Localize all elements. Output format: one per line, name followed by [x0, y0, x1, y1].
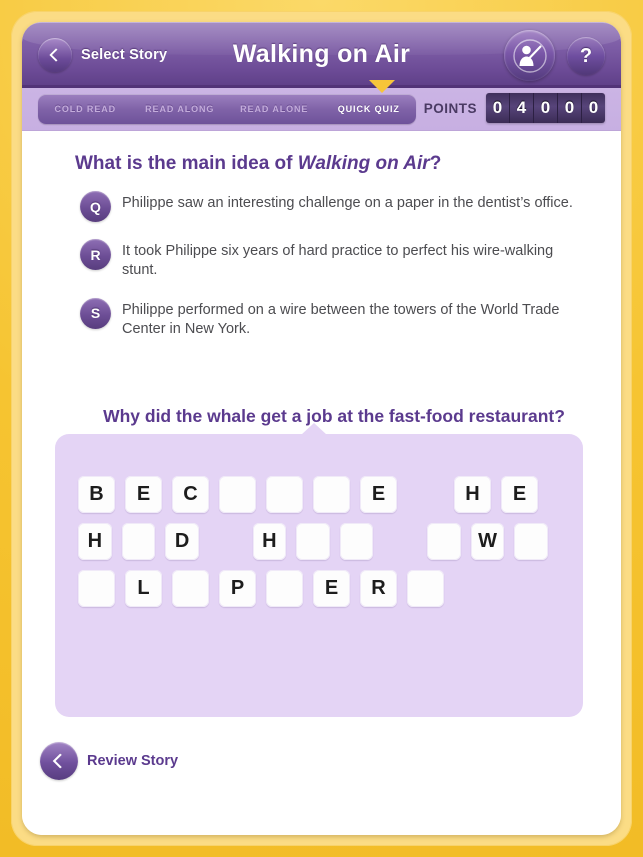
letter-tile-filled[interactable]: E	[501, 476, 538, 513]
letter-tile-filled[interactable]: H	[78, 523, 112, 560]
points-digits: 0 4 0 0 0	[486, 93, 605, 123]
letter-grid: BECEHEHDHWLPER	[78, 471, 558, 612]
letter-tile-filled[interactable]: C	[172, 476, 209, 513]
points-digit: 0	[486, 93, 510, 123]
letter-tile-empty[interactable]	[514, 523, 549, 560]
letter-tile-filled[interactable]: E	[360, 476, 397, 513]
letter-tile-empty[interactable]	[339, 523, 374, 560]
riddle-question: Why did the whale get a job at the fast-…	[103, 406, 565, 426]
points-area: POINTS 0 4 0 0 0	[424, 93, 605, 123]
answer-badge: S	[80, 297, 111, 329]
letter-tile-filled[interactable]: L	[125, 570, 162, 607]
letter-word-gap	[383, 523, 417, 560]
letter-tile-filled[interactable]: B	[78, 476, 115, 513]
letter-word-gap	[209, 523, 243, 560]
letter-tile-filled[interactable]: D	[165, 523, 199, 560]
main-idea-question: What is the main idea of Walking on Air?	[75, 153, 593, 175]
letter-tile-empty[interactable]	[219, 476, 256, 513]
points-digit: 4	[510, 93, 534, 123]
letter-tile-empty[interactable]	[266, 570, 303, 607]
letter-tile-empty[interactable]	[78, 570, 115, 607]
answer-list: Q Philippe saw an interesting challenge …	[80, 191, 591, 357]
letter-row: HDHW	[78, 518, 558, 565]
question-prefix: What is the main idea of	[75, 153, 298, 174]
active-tab-pointer-icon	[369, 80, 395, 93]
letter-tile-filled[interactable]: W	[470, 523, 505, 560]
answer-option-s[interactable]: S Philippe performed on a wire between t…	[80, 297, 591, 340]
answer-option-q[interactable]: Q Philippe saw an interesting challenge …	[80, 191, 591, 222]
teacher-icon[interactable]	[504, 30, 555, 81]
quiz-content: What is the main idea of Walking on Air?…	[22, 131, 621, 835]
letter-word-gap	[407, 476, 444, 513]
points-digit: 0	[558, 93, 582, 123]
answer-text: Philippe saw an interesting challenge on…	[122, 195, 573, 211]
letter-tile-empty[interactable]	[172, 570, 209, 607]
answer-badge: Q	[80, 191, 111, 222]
answer-text: It took Philippe six years of hard pract…	[122, 243, 554, 279]
app-frame: Select Story Walking on Air ? COLD READ …	[0, 0, 643, 857]
question-suffix: ?	[429, 153, 442, 174]
letter-row: BECEHE	[78, 471, 558, 518]
points-label: POINTS	[423, 100, 477, 116]
answer-badge: R	[80, 239, 111, 270]
tab-group: COLD READ READ ALONG READ ALONE QUICK QU…	[38, 94, 416, 124]
letter-tile-empty[interactable]	[407, 570, 444, 607]
back-arrow-icon	[40, 742, 78, 780]
review-story-button[interactable]: Review Story	[40, 741, 178, 781]
letter-tile-filled[interactable]: E	[313, 570, 350, 607]
device-card: Select Story Walking on Air ? COLD READ …	[22, 22, 621, 835]
tab-quick-quiz[interactable]: QUICK QUIZ	[322, 104, 417, 114]
tab-read-alone[interactable]: READ ALONE	[227, 104, 322, 114]
tab-cold-read[interactable]: COLD READ	[38, 104, 133, 114]
help-button[interactable]: ?	[567, 37, 605, 75]
answer-text: Philippe performed on a wire between the…	[122, 301, 560, 338]
points-digit: 0	[582, 93, 605, 123]
letter-tile-empty[interactable]	[313, 476, 350, 513]
tab-strip: COLD READ READ ALONG READ ALONE QUICK QU…	[22, 80, 621, 131]
letter-row: L P ER	[78, 565, 558, 612]
answer-option-r[interactable]: R It took Philippe six years of hard pra…	[80, 239, 591, 281]
letter-tile-empty[interactable]	[296, 523, 330, 560]
letter-tile-empty[interactable]	[427, 523, 461, 560]
letter-tile-filled[interactable]: H	[252, 523, 287, 560]
letter-tile-empty[interactable]	[266, 476, 303, 513]
tab-read-along[interactable]: READ ALONG	[133, 104, 228, 114]
letter-tile-empty[interactable]	[121, 523, 156, 560]
help-label: ?	[579, 44, 593, 67]
title-bar: Select Story Walking on Air ?	[22, 22, 621, 88]
letter-tile-filled[interactable]: E	[125, 476, 162, 513]
review-story-label: Review Story	[87, 753, 179, 769]
letter-tile-filled[interactable]: P	[219, 570, 256, 607]
letter-tile-filled[interactable]: H	[454, 476, 491, 513]
question-story-title: Walking on Air	[297, 153, 430, 174]
points-digit: 0	[534, 93, 558, 123]
letter-tile-filled[interactable]: R	[360, 570, 397, 607]
